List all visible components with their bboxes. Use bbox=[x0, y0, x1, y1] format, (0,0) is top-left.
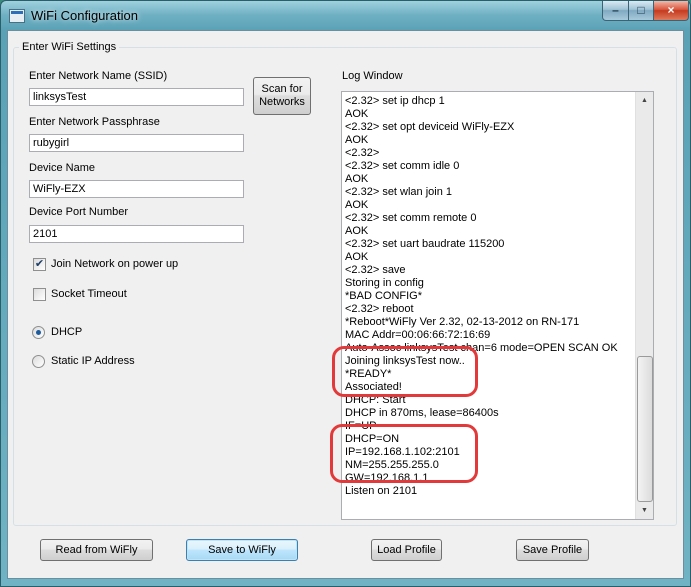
minimize-button[interactable]: – bbox=[602, 1, 629, 21]
save-profile-button[interactable]: Save Profile bbox=[516, 539, 589, 561]
passphrase-input[interactable]: rubygirl bbox=[29, 134, 244, 152]
log-window-label: Log Window bbox=[342, 70, 403, 82]
log-line: AOK bbox=[345, 173, 369, 185]
highlight-ready-annotation bbox=[332, 346, 478, 397]
device-name-input[interactable]: WiFly-EZX bbox=[29, 180, 244, 198]
device-port-label: Device Port Number bbox=[29, 206, 129, 218]
log-line: <2.32> set wlan join 1 bbox=[345, 186, 453, 198]
radio-selected-dot bbox=[36, 330, 41, 335]
close-button[interactable]: × bbox=[653, 1, 689, 21]
save-to-wifly-button[interactable]: Save to WiFly bbox=[186, 539, 298, 561]
log-line: Listen on 2101 bbox=[345, 485, 418, 497]
join-on-power-up-label[interactable]: Join Network on power up bbox=[51, 258, 178, 270]
log-line: *BAD CONFIG* bbox=[345, 290, 423, 302]
ssid-input[interactable]: linksysTest bbox=[29, 88, 244, 106]
log-line: AOK bbox=[345, 108, 369, 120]
log-line: <2.32> set uart baudrate 115200 bbox=[345, 238, 505, 250]
log-line: <2.32> reboot bbox=[345, 303, 414, 315]
log-line: <2.32> set comm idle 0 bbox=[345, 160, 460, 172]
log-line: <2.32> set ip dhcp 1 bbox=[345, 95, 445, 107]
scroll-up-icon[interactable]: ▲ bbox=[636, 92, 653, 109]
socket-timeout-checkbox[interactable] bbox=[33, 288, 46, 301]
highlight-ip-annotation bbox=[330, 424, 478, 483]
log-line: Storing in config bbox=[345, 277, 424, 289]
dhcp-radio[interactable] bbox=[32, 326, 45, 339]
load-profile-button[interactable]: Load Profile bbox=[371, 539, 442, 561]
log-line: DHCP in 870ms, lease=86400s bbox=[345, 407, 499, 419]
log-line: AOK bbox=[345, 225, 369, 237]
static-ip-radio[interactable] bbox=[32, 355, 45, 368]
log-line: <2.32> bbox=[345, 147, 380, 159]
read-from-wifly-button[interactable]: Read from WiFly bbox=[40, 539, 153, 561]
log-scrollbar[interactable]: ▲ ▼ bbox=[635, 92, 653, 519]
socket-timeout-label[interactable]: Socket Timeout bbox=[51, 288, 127, 300]
passphrase-label: Enter Network Passphrase bbox=[29, 116, 160, 128]
log-line: <2.32> save bbox=[345, 264, 406, 276]
app-icon bbox=[9, 9, 25, 23]
device-name-label: Device Name bbox=[29, 162, 96, 174]
dhcp-label[interactable]: DHCP bbox=[51, 326, 82, 338]
log-line: MAC Addr=00:06:66:72:16:69 bbox=[345, 329, 491, 341]
log-line: AOK bbox=[345, 134, 369, 146]
log-line: *Reboot*WiFly Ver 2.32, 02-13-2012 on RN… bbox=[345, 316, 580, 328]
ssid-label: Enter Network Name (SSID) bbox=[29, 70, 168, 82]
title-bar[interactable]: WiFi Configuration – □ × bbox=[1, 1, 690, 31]
static-ip-label[interactable]: Static IP Address bbox=[51, 355, 135, 367]
maximize-button[interactable]: □ bbox=[628, 1, 654, 21]
join-on-power-up-checkbox[interactable]: ✔ bbox=[33, 258, 46, 271]
scroll-down-icon[interactable]: ▼ bbox=[636, 502, 653, 519]
scroll-thumb[interactable] bbox=[637, 356, 653, 502]
log-line: AOK bbox=[345, 199, 369, 211]
scan-button-line2: Networks bbox=[259, 96, 305, 108]
group-title: Enter WiFi Settings bbox=[19, 41, 120, 53]
window-title: WiFi Configuration bbox=[31, 8, 138, 23]
device-port-input[interactable]: 2101 bbox=[29, 225, 244, 243]
log-line: <2.32> set comm remote 0 bbox=[345, 212, 477, 224]
log-line: <2.32> set opt deviceid WiFly-EZX bbox=[345, 121, 515, 133]
log-line: AOK bbox=[345, 251, 369, 263]
scan-networks-button[interactable]: Scan for Networks bbox=[253, 77, 311, 115]
scan-button-line1: Scan for bbox=[261, 83, 303, 95]
